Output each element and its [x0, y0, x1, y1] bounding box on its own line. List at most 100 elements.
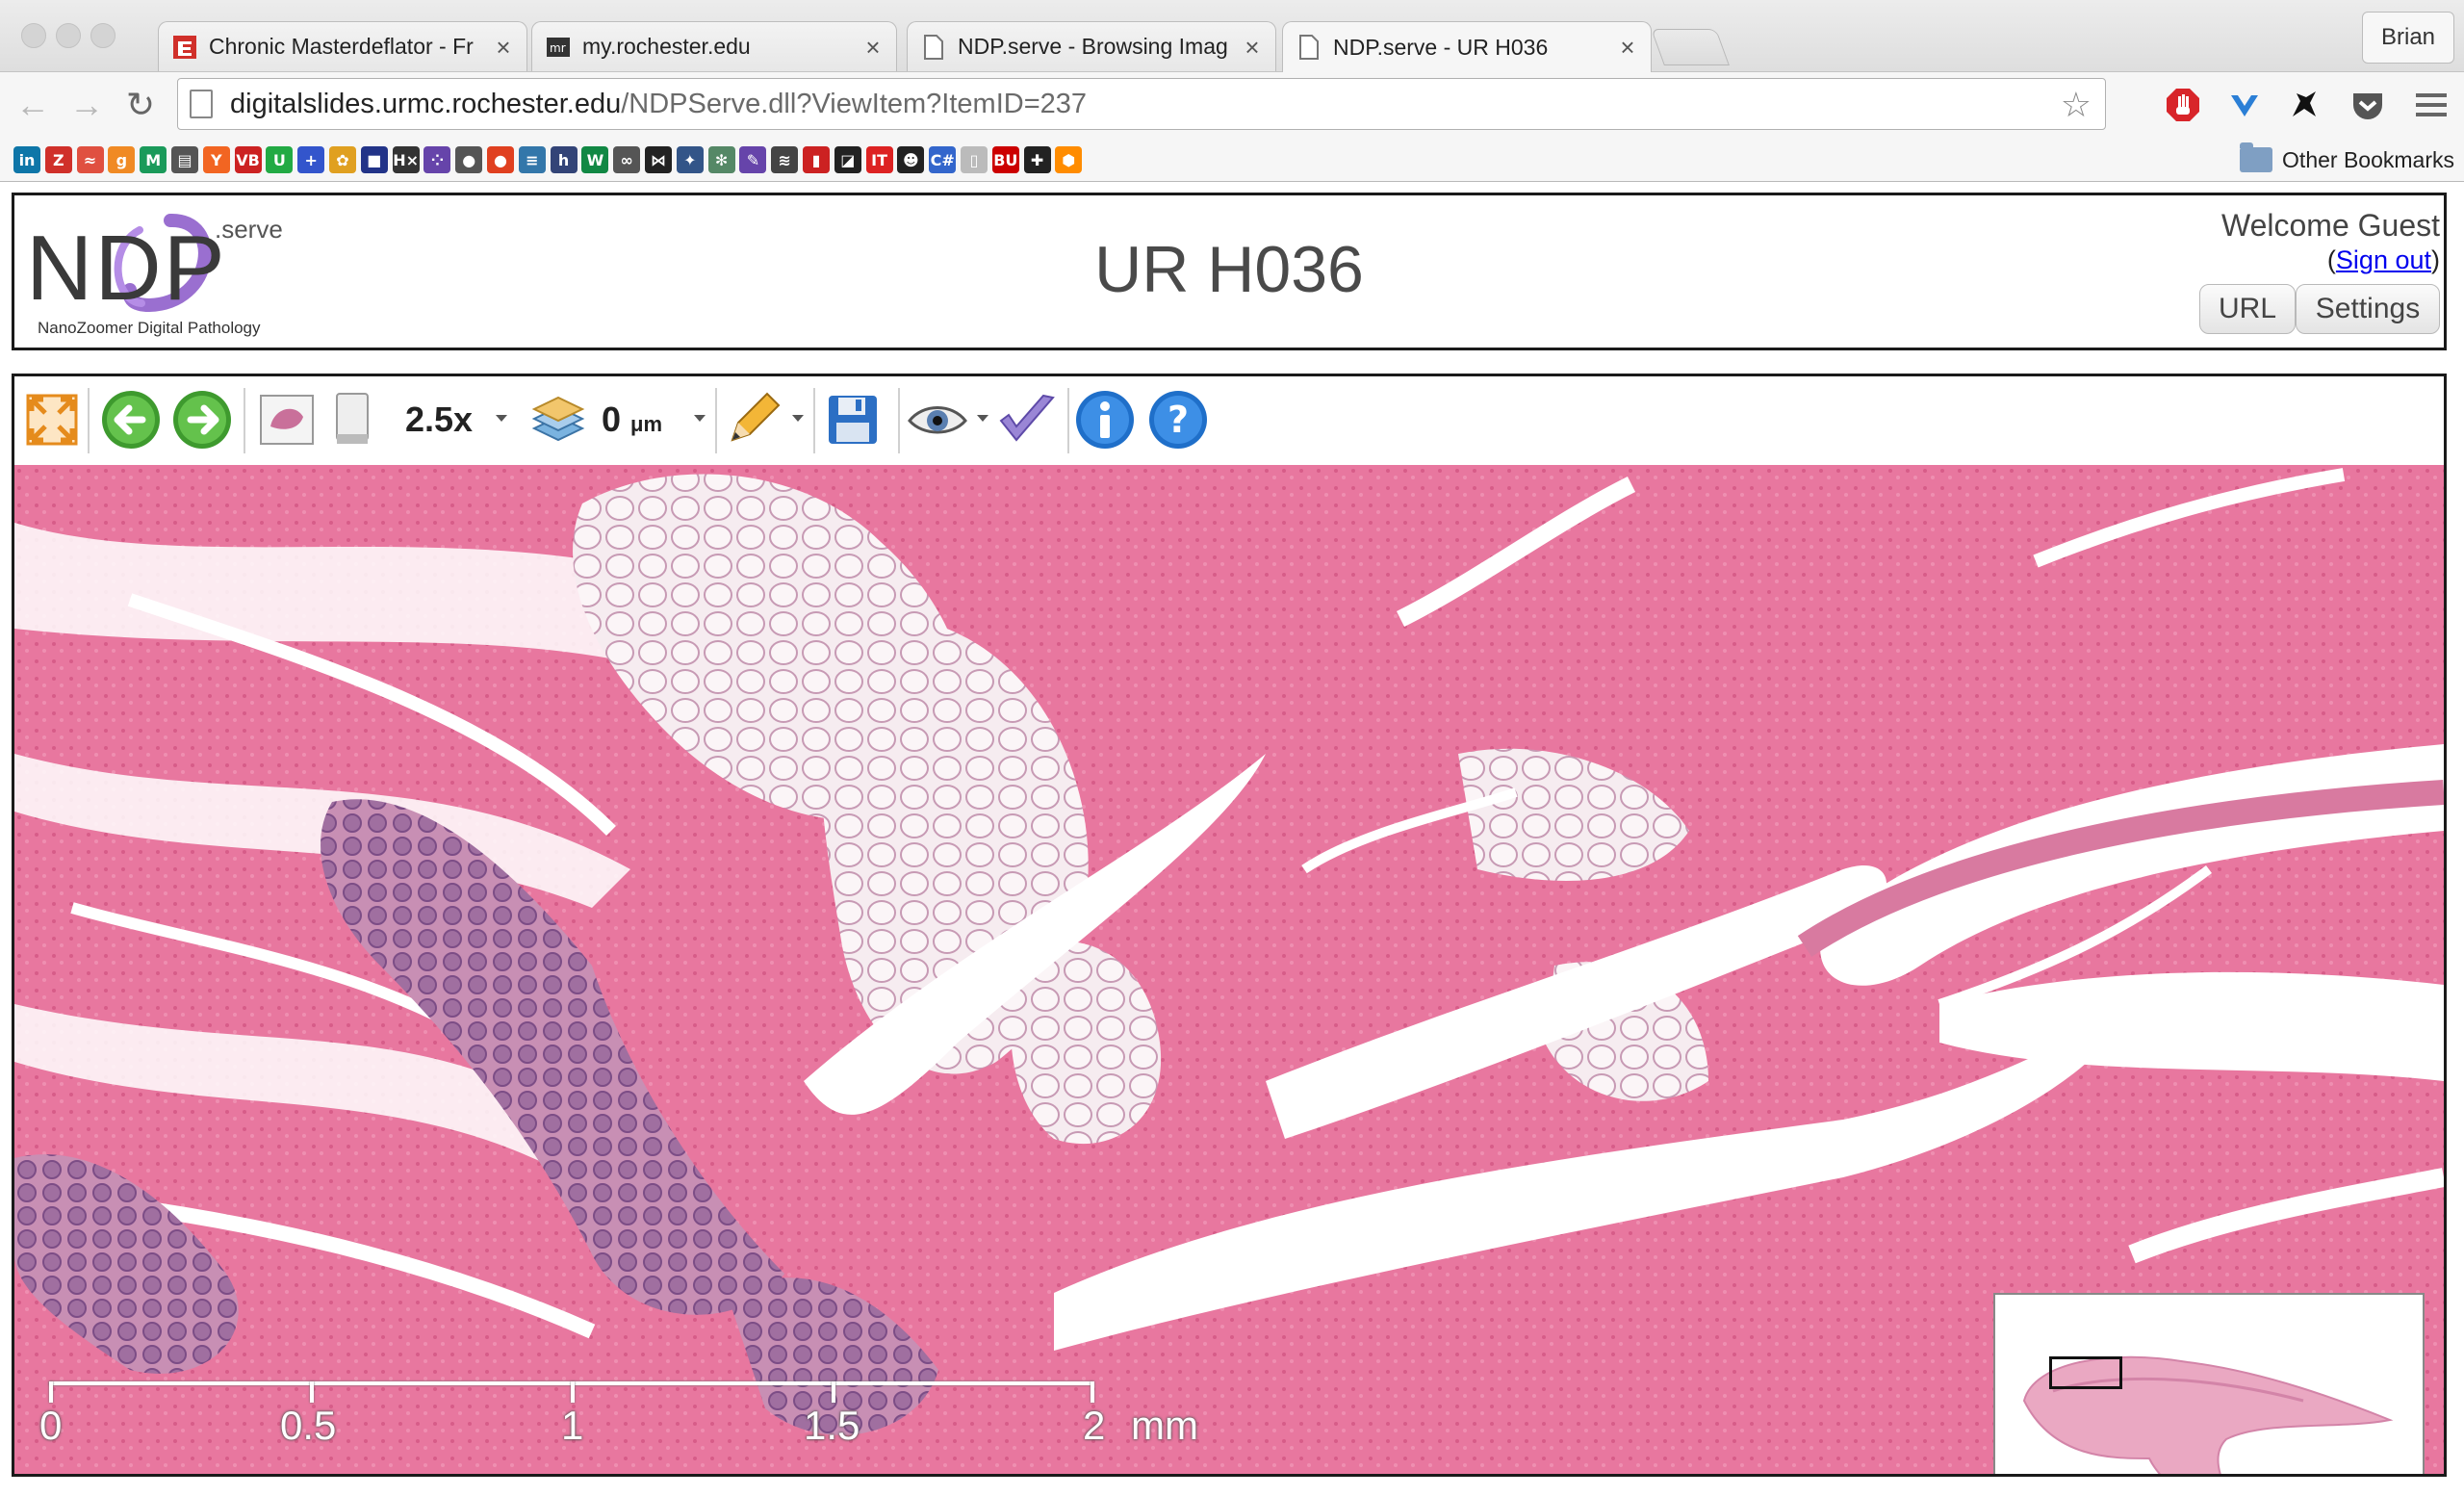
view-dropdown-caret[interactable] [977, 415, 988, 422]
fit-to-screen-icon[interactable] [20, 388, 84, 451]
slide-overview-minimap[interactable] [1993, 1293, 2425, 1474]
minimize-window-button[interactable] [56, 23, 81, 48]
w-icon[interactable]: W [581, 146, 609, 173]
appress-icon[interactable]: ● [455, 146, 483, 173]
scale-label: 0.5 [280, 1403, 337, 1448]
forward-arrow-icon[interactable]: → [67, 86, 106, 124]
settings-button[interactable]: Settings [2296, 284, 2440, 334]
back-green-arrow-icon[interactable] [99, 388, 163, 451]
slide-thumbnail-icon[interactable] [255, 388, 319, 451]
news-icon[interactable]: ▤ [171, 146, 198, 173]
page-icon [1296, 35, 1322, 60]
tab-my-rochester[interactable]: mr my.rochester.edu × [531, 21, 897, 71]
dots-icon[interactable]: ⁘ [424, 146, 451, 173]
save-floppy-icon[interactable] [821, 388, 885, 451]
tomato-icon[interactable]: ● [487, 146, 514, 173]
cross-icon[interactable]: ✚ [1023, 146, 1051, 173]
close-tab-icon[interactable]: × [1618, 35, 1637, 60]
puzzle-icon[interactable]: ✦ [676, 146, 704, 173]
database-icon[interactable]: ≡ [518, 146, 546, 173]
zen-icon[interactable]: Z [44, 146, 72, 173]
sign-out-link[interactable]: Sign out [2336, 245, 2431, 274]
close-tab-icon[interactable]: × [1243, 35, 1262, 60]
focus-layers-icon[interactable] [526, 388, 590, 451]
page-icon [921, 34, 946, 60]
url-button[interactable]: URL [2199, 284, 2296, 334]
back-arrow-icon[interactable]: ← [13, 86, 52, 124]
help-icon[interactable]: ? [1146, 388, 1210, 451]
vb-icon[interactable]: VB [234, 146, 262, 173]
bookmark-star-icon[interactable]: ☆ [2061, 85, 2092, 125]
svg-text:mr: mr [550, 41, 566, 55]
adblock-hand-icon[interactable] [2164, 86, 2202, 124]
slide-label-icon[interactable] [321, 388, 384, 451]
scale-label: 2 [1083, 1403, 1106, 1448]
other-bookmarks-folder[interactable]: Other Bookmarks [2240, 142, 2454, 177]
tab-ndp-ur-h036[interactable]: NDP.serve - UR H036 × [1282, 21, 1652, 72]
bar-chart-icon[interactable]: ▮ [803, 146, 830, 173]
zoom-window-button[interactable] [90, 23, 116, 48]
reload-icon[interactable]: ↻ [121, 86, 160, 124]
annotate-dropdown-caret[interactable] [792, 415, 804, 422]
grid-icon[interactable]: ■ [360, 146, 388, 173]
view-eye-icon[interactable] [906, 388, 969, 451]
tab-strip: Chronic Masterdeflator - Fr × mr my.roch… [0, 0, 2464, 72]
focus-dropdown-caret[interactable] [694, 415, 706, 422]
it-icon[interactable]: IT [865, 146, 893, 173]
tab-chronic-masterdeflator[interactable]: Chronic Masterdeflator - Fr × [158, 21, 527, 71]
hexagon-icon[interactable]: ⬢ [1055, 146, 1083, 173]
h-icon[interactable]: h [550, 146, 578, 173]
hx-icon[interactable]: H× [392, 146, 420, 173]
feather-icon[interactable]: ✎ [739, 146, 767, 173]
link-icon[interactable]: ∞ [613, 146, 641, 173]
ninja-extension-icon[interactable] [2285, 86, 2323, 124]
close-tab-icon[interactable]: × [863, 35, 883, 60]
csharp-icon[interactable]: C# [929, 146, 957, 173]
close-tab-icon[interactable]: × [494, 35, 513, 60]
folder-icon [2240, 142, 2273, 172]
toolbar-separator [898, 388, 900, 453]
bowtie-icon[interactable]: ⋈ [645, 146, 672, 173]
square-icon[interactable]: ◪ [834, 146, 861, 173]
close-window-button[interactable] [21, 23, 46, 48]
plus-icon[interactable]: + [297, 146, 325, 173]
scale-label: 0 [39, 1403, 63, 1448]
info-icon[interactable] [1073, 388, 1137, 451]
welcome-text: Welcome Guest [2220, 208, 2440, 243]
pocket-icon[interactable] [2348, 86, 2387, 124]
linkedin-icon[interactable]: in [13, 146, 40, 173]
network-icon[interactable]: ✻ [707, 146, 735, 173]
annotate-pencil-icon[interactable] [721, 388, 784, 451]
address-bar[interactable]: digitalslides.urmc.rochester.edu/NDPServ… [177, 78, 2106, 130]
tab-ndp-browsing[interactable]: NDP.serve - Browsing Imag × [907, 21, 1276, 71]
goodreads-icon[interactable]: g [108, 146, 136, 173]
u-icon[interactable]: U [266, 146, 294, 173]
slide-viewer: 2.5x 0 μm ? 0 0.5 1 1.5 2 mm [12, 374, 2447, 1477]
new-tab-button[interactable] [1651, 29, 1730, 65]
checkmark-icon[interactable] [994, 388, 1058, 451]
doc-icon[interactable]: ▯ [961, 146, 988, 173]
m-icon[interactable]: M [140, 146, 167, 173]
slide-image[interactable]: 0 0.5 1 1.5 2 mm [14, 465, 2444, 1474]
zoom-level[interactable]: 2.5x [405, 400, 473, 440]
flower-icon[interactable]: ✿ [329, 146, 356, 173]
face-icon[interactable]: ☻ [897, 146, 925, 173]
toolbar-separator [88, 388, 90, 453]
viewport-indicator[interactable] [2049, 1356, 2122, 1389]
scale-bar: 0 0.5 1 1.5 2 mm [38, 1374, 1198, 1460]
stack-icon[interactable]: ≈ [76, 146, 104, 173]
stripes-icon[interactable]: ≋ [771, 146, 799, 173]
vimeo-extension-icon[interactable] [2225, 86, 2264, 124]
logo-subtitle: NanoZoomer Digital Pathology [38, 319, 261, 337]
bu-icon[interactable]: BU [991, 146, 1019, 173]
scale-tick [571, 1381, 575, 1403]
page-info-icon[interactable] [190, 90, 213, 118]
profile-button[interactable]: Brian [2362, 12, 2454, 64]
ycombinator-icon[interactable]: Y [202, 146, 230, 173]
scale-label: 1 [561, 1403, 584, 1448]
zoom-dropdown-caret[interactable] [496, 415, 507, 422]
forward-green-arrow-icon[interactable] [170, 388, 234, 451]
focus-value[interactable]: 0 μm [602, 400, 662, 440]
menu-hamburger-icon[interactable] [2412, 86, 2451, 124]
scale-unit: mm [1131, 1403, 1198, 1448]
